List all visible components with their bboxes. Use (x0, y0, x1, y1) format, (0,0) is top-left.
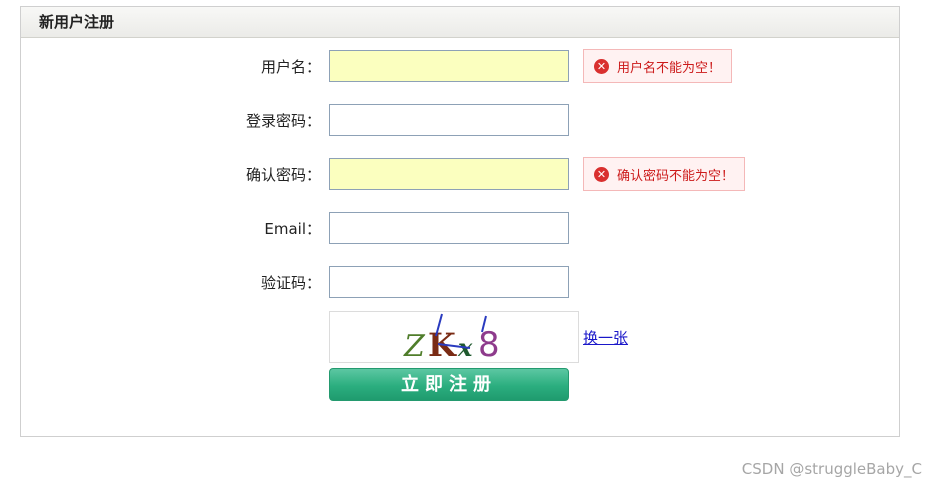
confirm-password-error-tip: ✕ 确认密码不能为空！ (583, 157, 746, 191)
captcha-svg: Z K x 8 (403, 313, 500, 365)
panel-title: 新用户注册 (39, 13, 115, 31)
panel-header: 新用户注册 (21, 7, 899, 38)
error-icon: ✕ (594, 166, 609, 182)
password-input[interactable] (329, 104, 569, 136)
username-label: 用户名： (260, 58, 321, 76)
refresh-captcha-link[interactable]: 换一张 (583, 327, 628, 348)
username-error-tip: ✕ 用户名不能为空！ (583, 49, 733, 83)
confirm-password-label: 确认密码： (245, 166, 321, 184)
captcha-image: Z K x 8 (329, 311, 579, 365)
username-error-text: 用户名不能为空！ (617, 60, 722, 76)
confirm-password-input[interactable] (329, 158, 569, 190)
captcha-label: 验证码： (260, 274, 321, 292)
error-icon: ✕ (594, 58, 609, 74)
password-label: 登录密码： (245, 112, 321, 130)
captcha-input[interactable] (329, 266, 569, 298)
email-label: Email： (264, 220, 321, 238)
watermark-text: CSDN @struggleBaby_C (741, 460, 922, 478)
confirm-password-error-text: 确认密码不能为空！ (617, 168, 735, 184)
username-input[interactable] (329, 50, 569, 82)
register-panel: 新用户注册 用户名： ✕ 用户名不能为空！ 登录密码： 确认密码： ✕ 确认密码… (20, 6, 900, 437)
captcha-char: Z (403, 329, 426, 362)
email-input[interactable] (329, 212, 569, 244)
captcha-char: 8 (478, 325, 500, 362)
register-button[interactable]: 立即注册 (329, 368, 569, 401)
